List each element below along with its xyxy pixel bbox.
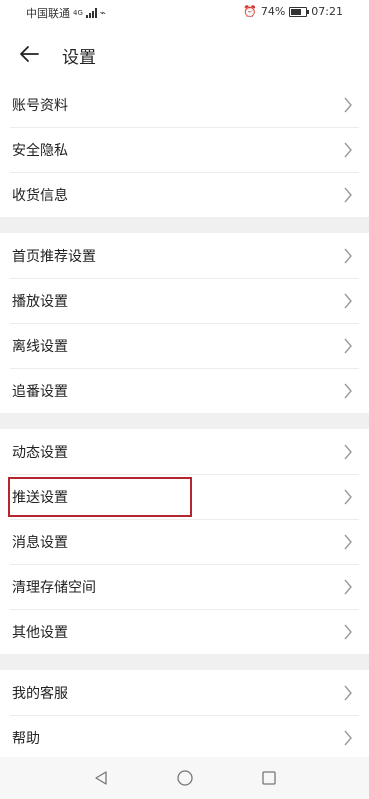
settings-group-notifications: 动态设置 推送设置 消息设置 清理存储空间 其他设置 [0,429,369,654]
settings-group-support: 我的客服 帮助 [0,670,369,760]
signal-icon [85,8,97,18]
settings-item-label: 播放设置 [12,293,68,310]
settings-list: 账号资料 安全隐私 收货信息 首页推荐设置 播放设置 离线设置 追番设置 动态设… [0,82,369,760]
settings-item-label: 安全隐私 [12,142,68,159]
back-triangle-icon [94,771,107,785]
chevron-right-icon [344,579,352,595]
chevron-right-icon [344,685,352,701]
settings-item-label: 消息设置 [12,534,68,551]
home-circle-icon [176,770,193,786]
section-divider [0,413,369,429]
chevron-right-icon [344,248,352,264]
chevron-right-icon [344,187,352,203]
section-divider [0,217,369,233]
wifi-share-icon: ⌁ [99,7,106,19]
nav-recents-button[interactable] [259,768,279,788]
settings-item-dynamics[interactable]: 动态设置 [0,429,369,474]
chevron-right-icon [344,97,352,113]
settings-item-label: 首页推荐设置 [12,248,96,265]
settings-item-label: 推送设置 [12,489,68,506]
settings-item-offline[interactable]: 离线设置 [0,323,369,368]
settings-item-label: 动态设置 [12,444,68,461]
top-app-bar: 设置 [0,26,369,82]
battery-icon [289,6,310,17]
settings-item-shipping-info[interactable]: 收货信息 [0,172,369,217]
nav-home-button[interactable] [175,768,195,788]
settings-item-account-profile[interactable]: 账号资料 [0,82,369,127]
settings-group-account: 账号资料 安全隐私 收货信息 [0,82,369,217]
status-left: 中国联通 4G ⌁ [26,5,106,21]
page-title: 设置 [62,48,96,68]
settings-item-push[interactable]: 推送设置 [0,474,369,519]
chevron-right-icon [344,534,352,550]
settings-item-label: 账号资料 [12,97,68,114]
settings-item-label: 追番设置 [12,383,68,400]
chevron-right-icon [344,489,352,505]
settings-item-home-recommend[interactable]: 首页推荐设置 [0,233,369,278]
status-right: ⏰ 74% 07:21 [243,5,343,18]
settings-item-follow-anime[interactable]: 追番设置 [0,368,369,413]
settings-item-help[interactable]: 帮助 [0,715,369,760]
settings-item-label: 帮助 [12,730,40,747]
system-navigation-bar [0,757,369,799]
arrow-left-icon[interactable] [18,44,40,64]
settings-item-label: 收货信息 [12,187,68,204]
status-bar: 中国联通 4G ⌁ ⏰ 74% 07:21 [0,0,369,26]
network-type: 4G [73,9,83,17]
settings-item-other[interactable]: 其他设置 [0,609,369,654]
section-divider [0,654,369,670]
settings-item-security-privacy[interactable]: 安全隐私 [0,127,369,172]
settings-item-label: 清理存储空间 [12,579,96,596]
chevron-right-icon [344,383,352,399]
chevron-right-icon [344,444,352,460]
settings-group-playback: 首页推荐设置 播放设置 离线设置 追番设置 [0,233,369,413]
settings-item-playback[interactable]: 播放设置 [0,278,369,323]
nav-back-button[interactable] [91,768,111,788]
settings-item-customer-service[interactable]: 我的客服 [0,670,369,715]
settings-item-clear-storage[interactable]: 清理存储空间 [0,564,369,609]
settings-item-label: 离线设置 [12,338,68,355]
settings-item-messages[interactable]: 消息设置 [0,519,369,564]
carrier-name: 中国联通 [26,7,70,20]
battery-percent: 74% [260,5,286,18]
settings-item-label: 其他设置 [12,624,68,641]
alarm-icon: ⏰ [243,5,257,18]
clock: 07:21 [311,5,343,18]
chevron-right-icon [344,338,352,354]
chevron-right-icon [344,293,352,309]
chevron-right-icon [344,142,352,158]
recents-square-icon [261,771,276,785]
chevron-right-icon [344,730,352,746]
chevron-right-icon [344,624,352,640]
settings-item-label: 我的客服 [12,685,68,702]
